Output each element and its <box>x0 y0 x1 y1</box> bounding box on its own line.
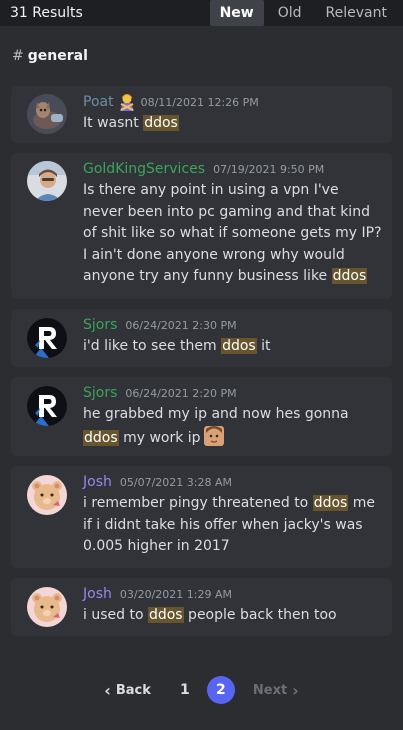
search-highlight: ddos <box>331 268 368 284</box>
channel-name: general <box>27 48 88 64</box>
channel-heading[interactable]: # general <box>0 26 403 72</box>
message-author[interactable]: Poat <box>83 94 114 110</box>
search-highlight: ddos <box>221 338 257 354</box>
sort-tab-old[interactable]: Old <box>268 0 312 26</box>
page-button-1[interactable]: 1 <box>171 676 199 704</box>
message-content: i'd like to see them ddos it <box>83 338 271 354</box>
sort-tab-new[interactable]: New <box>209 0 264 26</box>
message-timestamp: 06/24/2021 2:30 PM <box>125 318 237 332</box>
message-timestamp: 06/24/2021 2:20 PM <box>125 386 237 400</box>
search-result-message[interactable]: Josh 05/07/2021 3:28 AM i remember pingy… <box>11 466 392 568</box>
avatar[interactable] <box>27 318 67 358</box>
back-button[interactable]: ‹ Back <box>99 681 151 700</box>
message-timestamp: 07/19/2021 9:50 PM <box>213 162 325 176</box>
sort-tabs: New Old Relevant <box>206 0 397 26</box>
message-author[interactable]: Josh <box>83 474 112 490</box>
message-content: It wasnt ddos <box>83 115 179 131</box>
search-highlight: ddos <box>312 495 349 511</box>
pagination: ‹ Back 1 2 Next › <box>0 676 403 704</box>
avatar[interactable] <box>27 161 67 201</box>
search-highlight: ddos <box>143 115 179 131</box>
search-result-message[interactable]: Poat 08/11/2021 12:26 PM It wasnt ddos <box>11 86 392 143</box>
message-content: Is there any point in using a vpn I've n… <box>83 182 382 284</box>
search-result-message[interactable]: Josh 03/20/2021 1:29 AM i used to ddos p… <box>11 578 392 636</box>
avatar[interactable] <box>27 94 67 134</box>
message-author[interactable]: Sjors <box>83 317 117 333</box>
message-content: i remember pingy threatened to ddos me i… <box>83 495 376 554</box>
search-highlight: ddos <box>83 429 119 446</box>
channel-hash-icon: # <box>12 48 24 64</box>
chevron-left-icon: ‹ <box>104 680 111 700</box>
avatar[interactable] <box>27 475 67 515</box>
avatar[interactable] <box>27 386 67 426</box>
page-button-2[interactable]: 2 <box>206 676 235 704</box>
search-highlight: ddos <box>147 607 184 623</box>
message-author[interactable]: Josh <box>83 586 112 602</box>
message-author[interactable]: GoldKingServices <box>83 161 205 177</box>
search-result-message[interactable]: Sjors 06/24/2021 2:30 PM i'd like to see… <box>11 309 392 367</box>
search-result-message[interactable]: GoldKingServices 07/19/2021 9:50 PM Is t… <box>11 153 392 299</box>
next-button[interactable]: Next › <box>253 681 304 700</box>
search-result-message[interactable]: Sjors 06/24/2021 2:20 PM he grabbed my i… <box>11 377 392 456</box>
custom-face-emoji <box>203 425 224 446</box>
results-count: 31 Results <box>10 5 83 21</box>
message-author[interactable]: Sjors <box>83 385 117 401</box>
message-content: he grabbed my ip and now hes gonna ddos … <box>83 406 349 446</box>
search-results-header: 31 Results New Old Relevant <box>0 0 403 26</box>
message-content: i used to ddos people back then too <box>83 607 337 623</box>
message-timestamp: 05/07/2021 3:28 AM <box>119 475 232 489</box>
avatar[interactable] <box>27 587 67 627</box>
person-gesturing-no-emoji <box>118 93 136 111</box>
sort-tab-relevant[interactable]: Relevant <box>316 0 397 26</box>
message-timestamp: 08/11/2021 12:26 PM <box>140 95 259 109</box>
chevron-right-icon: › <box>292 680 299 700</box>
message-timestamp: 03/20/2021 1:29 AM <box>119 587 232 601</box>
